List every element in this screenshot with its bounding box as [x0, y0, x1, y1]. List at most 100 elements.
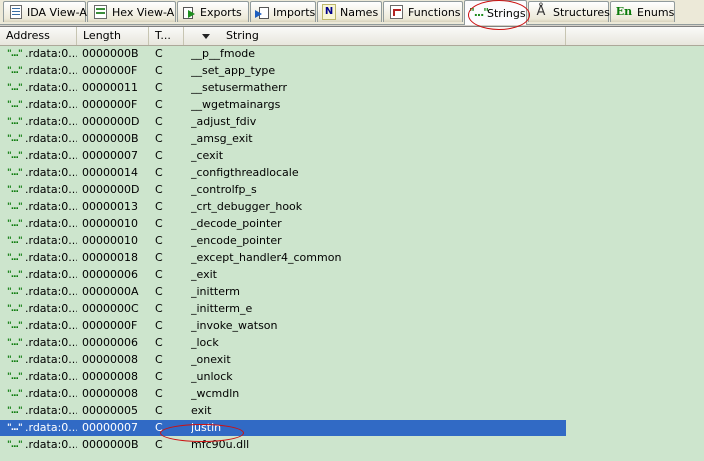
table-row[interactable]: "..." .rdata:0... 00000010 C _decode_pointer	[0, 216, 704, 233]
string-item-icon: "..."	[7, 372, 23, 382]
table-row[interactable]: "..." .rdata:0... 0000000D C _controlfp_s	[0, 182, 704, 199]
table-row[interactable]: "..." .rdata:0... 00000014 C _configthreadlo…	[0, 165, 704, 182]
column-header-string[interactable]: String	[184, 27, 566, 45]
cell-type: C	[155, 336, 163, 349]
cell-string: _unlock	[191, 370, 233, 383]
table-row[interactable]: "..." .rdata:0... 00000010 C _encode_pointer	[0, 233, 704, 250]
table-row[interactable]: "..." .rdata:0... 0000000B Cmfc90u.dll	[0, 437, 704, 454]
tab-exports[interactable]: Exports	[177, 1, 249, 22]
string-item-icon: "..."	[7, 83, 23, 93]
table-row[interactable]: "..." .rdata:0... 00000008 C _wcmdln	[0, 386, 704, 403]
string-item-icon: "..."	[7, 117, 23, 127]
tab-imports[interactable]: Imports	[250, 1, 316, 22]
structures-icon: Å	[536, 4, 546, 19]
cell-string: _decode_pointer	[191, 217, 282, 230]
string-item-icon: "..."	[7, 219, 23, 229]
cell-length: 0000000F	[82, 98, 138, 111]
cell-address: .rdata:0...	[25, 81, 77, 94]
column-header-address[interactable]: Address	[0, 27, 77, 45]
cell-string: __setusermatherr	[191, 81, 287, 94]
column-header-type[interactable]: T...	[149, 27, 184, 45]
table-row[interactable]: "..." .rdata:0... 00000007 C _cexit	[0, 148, 704, 165]
table-row[interactable]: "..." .rdata:0... 0000000D C _adjust_fdiv	[0, 114, 704, 131]
string-item-icon: "..."	[7, 202, 23, 212]
table-row[interactable]: "..." .rdata:0... 00000006 C _exit	[0, 267, 704, 284]
cell-address: .rdata:0...	[25, 132, 77, 145]
string-item-icon: "..."	[7, 304, 23, 314]
cell-address: .rdata:0...	[25, 217, 77, 230]
tab-functions[interactable]: Functions	[383, 1, 463, 22]
table-row[interactable]: "..." .rdata:0... 0000000A C _initterm	[0, 284, 704, 301]
cell-length: 0000000B	[82, 438, 139, 451]
cell-string: _amsg_exit	[191, 132, 253, 145]
table-row[interactable]: "..." .rdata:0... 00000008 C _unlock	[0, 369, 704, 386]
table-row[interactable]: "..." .rdata:0... 0000000C C _initterm_e	[0, 301, 704, 318]
enums-icon: En	[615, 5, 633, 18]
tab-label: Names	[340, 5, 379, 19]
ida-view-icon	[10, 5, 22, 19]
cell-type: C	[155, 200, 163, 213]
hex-view-icon	[94, 5, 107, 19]
cell-address: .rdata:0...	[25, 336, 77, 349]
table-row[interactable]: "..." .rdata:0... 00000011 C __setusermather…	[0, 80, 704, 97]
table-row[interactable]: "..." .rdata:0... 0000000F C _invoke_watson	[0, 318, 704, 335]
cell-length: 00000010	[82, 217, 138, 230]
cell-address: .rdata:0...	[25, 268, 77, 281]
imports-icon	[255, 5, 269, 19]
strings-icon: "..."	[469, 6, 489, 19]
cell-length: 00000010	[82, 234, 138, 247]
cell-length: 00000018	[82, 251, 138, 264]
cell-address: .rdata:0...	[25, 149, 77, 162]
table-row[interactable]: "..." .rdata:0... 0000000B C _amsg_exit	[0, 131, 704, 148]
cell-length: 00000008	[82, 387, 138, 400]
cell-length: 0000000D	[82, 115, 140, 128]
cell-address: .rdata:0...	[25, 251, 77, 264]
tab-ida-view-a[interactable]: IDA View-A	[3, 1, 87, 22]
tab-structures[interactable]: Å Structures	[528, 1, 610, 22]
table-row[interactable]: "..." .rdata:0... 00000006 C _lock	[0, 335, 704, 352]
table-row[interactable]: "..." .rdata:0... 00000013 C _crt_debugger_h…	[0, 199, 704, 216]
cell-type: C	[155, 115, 163, 128]
cell-length: 0000000B	[82, 132, 139, 145]
tab-strings[interactable]: "..." Strings	[464, 0, 527, 25]
tab-label: Structures	[553, 5, 610, 19]
tab-enums[interactable]: En Enums	[610, 1, 675, 22]
table-row[interactable]: "..." .rdata:0... 0000000B C __p__fmode	[0, 46, 704, 63]
tab-hex-view-a[interactable]: Hex View-A	[87, 1, 176, 22]
cell-type: C	[155, 438, 163, 451]
cell-length: 0000000F	[82, 64, 138, 77]
cell-length: 00000013	[82, 200, 138, 213]
cell-string: __set_app_type	[191, 64, 276, 77]
cell-length: 0000000D	[82, 183, 140, 196]
table-row[interactable]: "..." .rdata:0... 0000000F C __set_app_type	[0, 63, 704, 80]
cell-address: .rdata:0...	[25, 421, 77, 434]
column-header-length[interactable]: Length	[77, 27, 149, 45]
cell-address: .rdata:0...	[25, 285, 77, 298]
tab-names[interactable]: N Names	[317, 1, 382, 22]
cell-type: C	[155, 387, 163, 400]
cell-type: C	[155, 132, 163, 145]
table-row[interactable]: "..." .rdata:0... 0000000F C __wgetmainargs	[0, 97, 704, 114]
cell-type: C	[155, 183, 163, 196]
cell-address: .rdata:0...	[25, 98, 77, 111]
cell-type: C	[155, 81, 163, 94]
string-item-icon: "..."	[7, 423, 23, 433]
cell-type: C	[155, 285, 163, 298]
cell-length: 0000000C	[82, 302, 139, 315]
string-item-icon: "..."	[7, 355, 23, 365]
cell-address: .rdata:0...	[25, 353, 77, 366]
sort-descending-icon	[202, 34, 210, 39]
string-item-icon: "..."	[7, 440, 23, 450]
string-item-icon: "..."	[7, 253, 23, 263]
table-row[interactable]: "..." .rdata:0... 00000005 Cexit	[0, 403, 704, 420]
tab-label: Functions	[408, 5, 461, 19]
cell-address: .rdata:0...	[25, 47, 77, 60]
cell-length: 00000011	[82, 81, 138, 94]
cell-length: 00000006	[82, 268, 138, 281]
table-row[interactable]: "..." .rdata:0... 00000018 C _except_handler…	[0, 250, 704, 267]
string-item-icon: "..."	[7, 151, 23, 161]
cell-string: _initterm	[191, 285, 241, 298]
cell-string: _cexit	[191, 149, 224, 162]
table-row-selected[interactable]: "..." .rdata:0... 00000007 Cjustin	[0, 420, 704, 437]
table-row[interactable]: "..." .rdata:0... 00000008 C _onexit	[0, 352, 704, 369]
